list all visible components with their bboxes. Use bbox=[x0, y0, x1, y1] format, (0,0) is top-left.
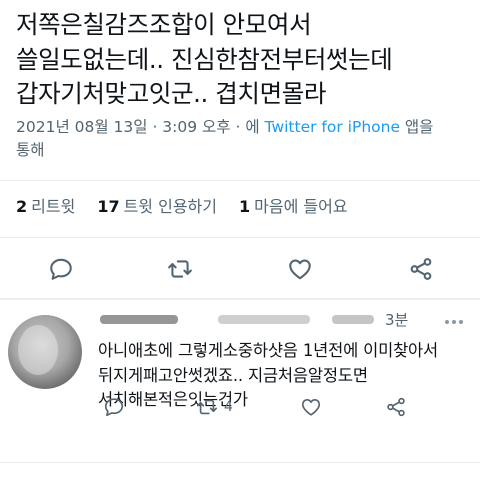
comment-icon bbox=[50, 258, 72, 280]
tweet-text-line: 갑자기처맞고잇군.. 겹치면몰라 bbox=[16, 79, 326, 108]
tweet-timestamp[interactable]: 2021년 08월 13일 · 3:09 오후 · 에 bbox=[16, 118, 260, 136]
tweet-text-line: 저쪽은칠감즈조합이 안모여서 bbox=[16, 10, 312, 39]
reply-retweet-button[interactable]: 4 bbox=[196, 395, 233, 419]
share-icon bbox=[410, 258, 432, 280]
redacted-handle-end bbox=[332, 315, 374, 324]
divider bbox=[0, 237, 480, 238]
divider bbox=[0, 298, 480, 300]
retweet-icon bbox=[168, 260, 192, 278]
redacted-handle bbox=[218, 315, 310, 324]
quotes-count: 17 bbox=[97, 197, 120, 216]
tweet-text-line: 쓸일도없는데.. 진심한참전부터썻는데 bbox=[16, 44, 393, 74]
heart-icon bbox=[301, 399, 321, 416]
more-options-icon[interactable] bbox=[445, 318, 465, 326]
likes-label: 마음에 들어요 bbox=[254, 197, 348, 216]
reply-text-line: 뒤지게패고안썻겠죠.. 지금처음알정도면 bbox=[98, 365, 368, 385]
redacted-name bbox=[100, 315, 178, 324]
retweets-label: 리트윗 bbox=[31, 197, 76, 216]
retweets-count: 2 bbox=[16, 197, 28, 216]
tweet-source-link[interactable]: Twitter for iPhone bbox=[265, 118, 400, 136]
reply-header: 3분 bbox=[100, 309, 450, 331]
tweet-meta: 2021년 08월 13일 · 3:09 오후 · 에 Twitter for … bbox=[16, 116, 468, 162]
quotes-label: 트윗 인용하기 bbox=[123, 197, 217, 216]
reply-button[interactable] bbox=[46, 254, 76, 284]
retweet-button[interactable] bbox=[165, 254, 195, 284]
tweet-stats: 2 리트윗 17 트윗 인용하기 1 마음에 들어요 bbox=[16, 196, 370, 218]
divider bbox=[0, 462, 480, 463]
reply-time: 3분 bbox=[385, 311, 409, 329]
reply-reply-button[interactable] bbox=[103, 395, 125, 419]
heart-icon bbox=[289, 259, 311, 280]
retweet-icon bbox=[197, 399, 217, 415]
like-button[interactable] bbox=[285, 254, 315, 284]
quotes-stat[interactable]: 17 트윗 인용하기 bbox=[97, 196, 217, 218]
tweet-text: 저쪽은칠감즈조합이 안모여서 쓸일도없는데.. 진심한참전부터썻는데 갑자기처맞… bbox=[16, 8, 466, 112]
reply-text-line: 아니애초에 그렇게소중하샷음 1년전에 이미찾아서 bbox=[98, 341, 439, 360]
share-button[interactable] bbox=[406, 254, 436, 284]
divider bbox=[0, 180, 480, 181]
reply-retweet-count: 4 bbox=[224, 399, 233, 415]
tweet-via-suffix: 앱을 bbox=[404, 118, 434, 136]
retweets-stat[interactable]: 2 리트윗 bbox=[16, 196, 75, 218]
reply-action-bar: 4 bbox=[0, 395, 480, 419]
tweet-action-bar bbox=[0, 254, 480, 284]
share-icon bbox=[387, 397, 405, 417]
tweet-via-line2: 통해 bbox=[16, 141, 45, 159]
reply-share-button[interactable] bbox=[385, 395, 407, 419]
likes-stat[interactable]: 1 마음에 들어요 bbox=[239, 196, 348, 218]
avatar-highlight bbox=[18, 325, 58, 375]
likes-count: 1 bbox=[238, 197, 251, 216]
avatar[interactable] bbox=[8, 315, 82, 389]
reply-like-button[interactable] bbox=[300, 395, 322, 419]
comment-icon bbox=[104, 398, 124, 417]
